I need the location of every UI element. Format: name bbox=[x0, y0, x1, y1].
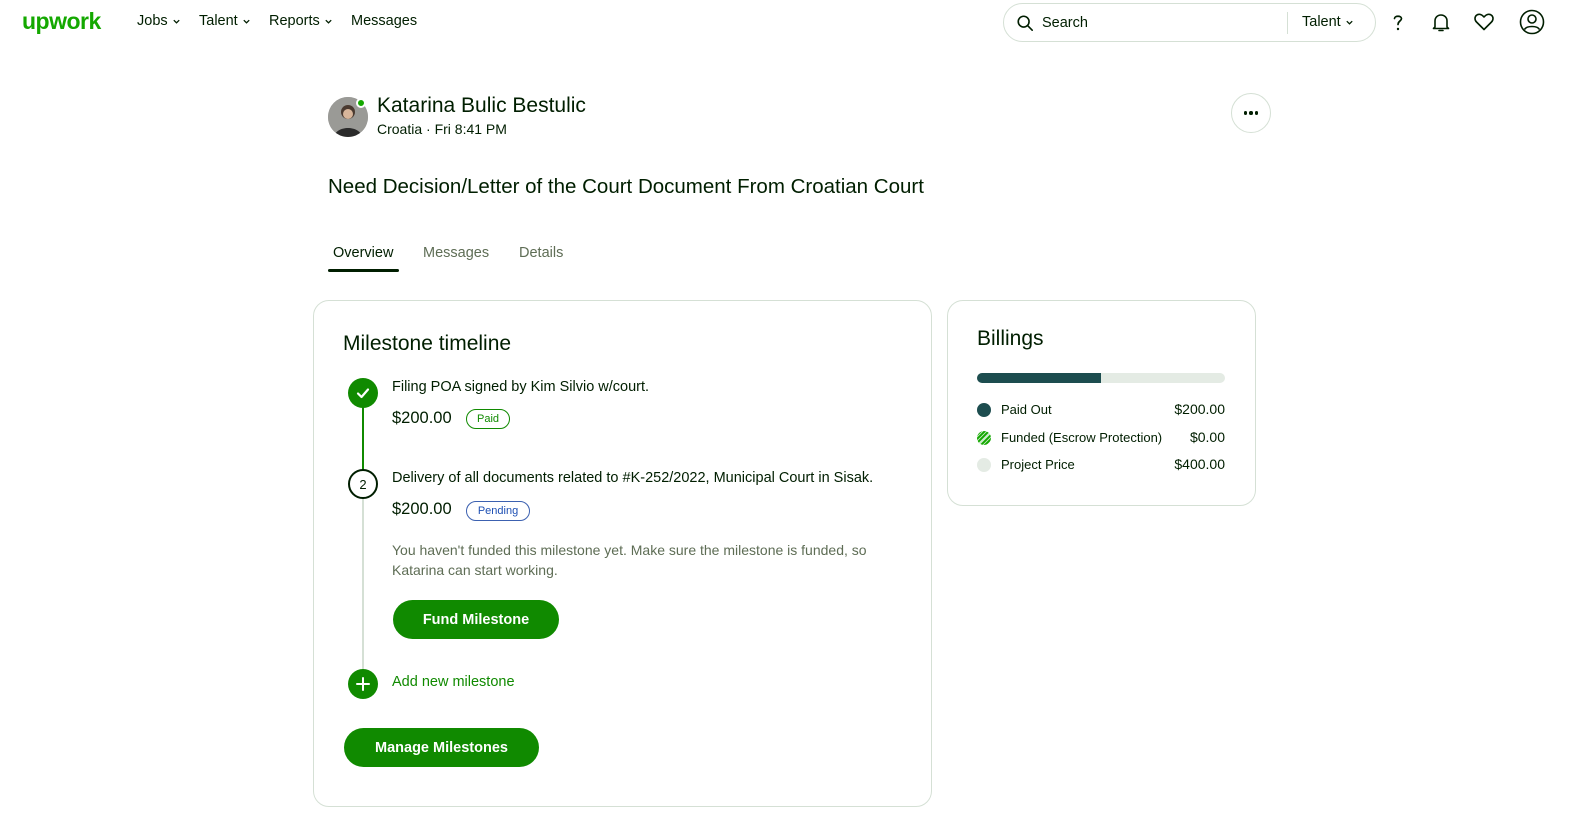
nav-reports-label: Reports bbox=[269, 13, 320, 29]
nav-reports[interactable]: Reports bbox=[269, 13, 333, 29]
funded-escrow-value: $0.00 bbox=[1189, 429, 1225, 445]
add-new-milestone-link[interactable]: Add new milestone bbox=[392, 674, 515, 690]
nav-talent-label: Talent bbox=[199, 13, 238, 29]
chevron-down-icon bbox=[1346, 20, 1353, 25]
more-dot bbox=[1243, 111, 1248, 115]
active-tab-indicator bbox=[328, 269, 399, 272]
milestone-completed-check bbox=[348, 378, 378, 408]
project-price-value: $400.00 bbox=[1174, 456, 1225, 472]
search-icon[interactable] bbox=[1016, 14, 1034, 32]
fund-milestone-button[interactable]: Fund Milestone bbox=[393, 600, 559, 639]
plus-icon bbox=[356, 677, 370, 691]
timeline-line-pending bbox=[362, 498, 364, 670]
tab-overview[interactable]: Overview bbox=[333, 245, 393, 261]
user-account-icon[interactable] bbox=[1519, 9, 1545, 35]
freelancer-location-time: Croatia · Fri 8:41 PM bbox=[377, 121, 507, 137]
search-scope-label: Talent bbox=[1302, 14, 1341, 30]
milestone-2-funding-note: You haven't funded this milestone yet. M… bbox=[392, 542, 867, 578]
more-dot bbox=[1254, 111, 1259, 115]
nav-messages[interactable]: Messages bbox=[351, 13, 417, 29]
more-options-button[interactable] bbox=[1231, 93, 1271, 133]
timeline-line-complete bbox=[362, 407, 364, 470]
nav-messages-label: Messages bbox=[351, 13, 418, 29]
heart-icon[interactable] bbox=[1472, 10, 1496, 34]
nav-jobs-label: Jobs bbox=[137, 13, 168, 29]
nav-talent[interactable]: Talent bbox=[199, 13, 251, 29]
funded-escrow-label: Funded (Escrow Protection) bbox=[1001, 430, 1163, 445]
paid-out-label: Paid Out bbox=[1001, 402, 1052, 417]
top-navigation: upwork Jobs Talent Reports Messages Tale… bbox=[0, 0, 1596, 46]
milestone-1-status-badge: Paid bbox=[466, 409, 510, 429]
more-dot bbox=[1249, 111, 1253, 115]
help-icon[interactable] bbox=[1386, 10, 1410, 34]
milestone-2-status-badge: Pending bbox=[466, 501, 530, 521]
chevron-down-icon bbox=[325, 19, 332, 24]
billing-row-project-price: Project Price $400.00 bbox=[977, 456, 1225, 474]
project-price-label: Project Price bbox=[1001, 457, 1075, 472]
billing-row-paid-out: Paid Out $200.00 bbox=[977, 401, 1225, 419]
milestone-2-description: Delivery of all documents related to #K-… bbox=[392, 470, 874, 486]
notification-bell-icon[interactable] bbox=[1429, 10, 1453, 34]
add-milestone-plus-button[interactable] bbox=[348, 669, 378, 699]
search-bar: Talent bbox=[1003, 3, 1376, 42]
billing-progress-paid-fill bbox=[977, 373, 1101, 383]
contract-title: Need Decision/Letter of the Court Docume… bbox=[328, 175, 924, 198]
milestone-2-number: 2 bbox=[348, 469, 378, 499]
search-scope-dropdown[interactable]: Talent bbox=[1302, 14, 1354, 30]
milestone-2-amount: $200.00 bbox=[392, 500, 452, 518]
checkmark-icon bbox=[356, 388, 370, 399]
freelancer-name[interactable]: Katarina Bulic Bestulic bbox=[377, 94, 586, 118]
paid-out-value: $200.00 bbox=[1174, 401, 1225, 417]
paid-out-dot bbox=[977, 403, 991, 417]
nav-jobs[interactable]: Jobs bbox=[137, 13, 181, 29]
tab-details[interactable]: Details bbox=[519, 245, 563, 261]
billing-progress-bar bbox=[977, 373, 1225, 383]
chevron-down-icon bbox=[243, 19, 250, 24]
upwork-logo[interactable]: upwork bbox=[22, 8, 101, 35]
manage-milestones-button[interactable]: Manage Milestones bbox=[344, 728, 539, 767]
search-input[interactable] bbox=[1042, 13, 1272, 33]
online-status-dot bbox=[356, 98, 366, 108]
billing-row-funded: Funded (Escrow Protection) $0.00 bbox=[977, 429, 1225, 447]
funded-escrow-dot bbox=[977, 431, 991, 445]
billings-title: Billings bbox=[977, 327, 1044, 350]
project-price-dot bbox=[977, 458, 991, 472]
milestone-1-amount: $200.00 bbox=[392, 409, 452, 427]
tab-messages[interactable]: Messages bbox=[423, 245, 489, 261]
milestone-1-description: Filing POA signed by Kim Silvio w/court. bbox=[392, 379, 650, 395]
chevron-down-icon bbox=[172, 19, 180, 24]
search-divider bbox=[1287, 12, 1288, 34]
milestone-timeline-title: Milestone timeline bbox=[343, 332, 512, 355]
